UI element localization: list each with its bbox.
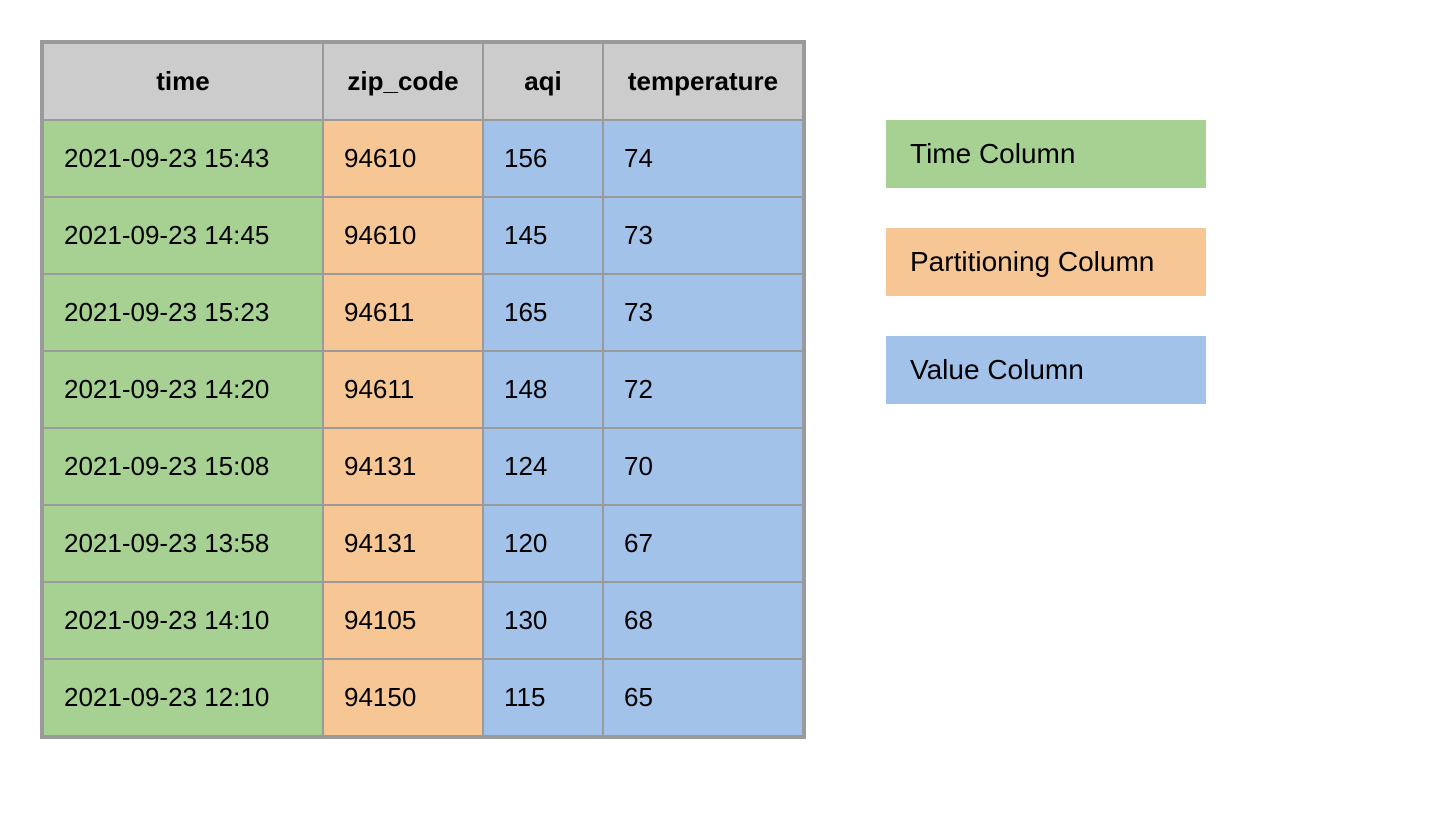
cell-time: 2021-09-23 14:20 — [43, 351, 323, 428]
cell-zip-code: 94611 — [323, 351, 483, 428]
cell-time: 2021-09-23 14:45 — [43, 197, 323, 274]
cell-time: 2021-09-23 13:58 — [43, 505, 323, 582]
cell-time: 2021-09-23 14:10 — [43, 582, 323, 659]
cell-aqi: 115 — [483, 659, 603, 736]
cell-aqi: 120 — [483, 505, 603, 582]
cell-temperature: 73 — [603, 274, 803, 351]
table-header-row: time zip_code aqi temperature — [43, 43, 803, 120]
cell-aqi: 145 — [483, 197, 603, 274]
cell-time: 2021-09-23 12:10 — [43, 659, 323, 736]
cell-zip-code: 94131 — [323, 428, 483, 505]
cell-aqi: 124 — [483, 428, 603, 505]
cell-zip-code: 94131 — [323, 505, 483, 582]
table-row: 2021-09-23 14:45 94610 145 73 — [43, 197, 803, 274]
legend-partitioning-column: Partitioning Column — [886, 228, 1206, 296]
cell-zip-code: 94611 — [323, 274, 483, 351]
table-row: 2021-09-23 15:08 94131 124 70 — [43, 428, 803, 505]
header-time: time — [43, 43, 323, 120]
cell-temperature: 68 — [603, 582, 803, 659]
cell-temperature: 70 — [603, 428, 803, 505]
data-table: time zip_code aqi temperature 2021-09-23… — [40, 40, 806, 739]
table-row: 2021-09-23 15:23 94611 165 73 — [43, 274, 803, 351]
table-row: 2021-09-23 14:20 94611 148 72 — [43, 351, 803, 428]
cell-zip-code: 94105 — [323, 582, 483, 659]
cell-temperature: 73 — [603, 197, 803, 274]
header-zip-code: zip_code — [323, 43, 483, 120]
cell-time: 2021-09-23 15:43 — [43, 120, 323, 197]
cell-time: 2021-09-23 15:08 — [43, 428, 323, 505]
table-row: 2021-09-23 12:10 94150 115 65 — [43, 659, 803, 736]
header-aqi: aqi — [483, 43, 603, 120]
cell-aqi: 156 — [483, 120, 603, 197]
cell-temperature: 67 — [603, 505, 803, 582]
cell-aqi: 148 — [483, 351, 603, 428]
table-row: 2021-09-23 14:10 94105 130 68 — [43, 582, 803, 659]
cell-temperature: 65 — [603, 659, 803, 736]
table: time zip_code aqi temperature 2021-09-23… — [42, 42, 804, 737]
table-row: 2021-09-23 15:43 94610 156 74 — [43, 120, 803, 197]
cell-time: 2021-09-23 15:23 — [43, 274, 323, 351]
legend-value-column: Value Column — [886, 336, 1206, 404]
table-row: 2021-09-23 13:58 94131 120 67 — [43, 505, 803, 582]
legend: Time Column Partitioning Column Value Co… — [886, 40, 1206, 404]
cell-temperature: 72 — [603, 351, 803, 428]
cell-temperature: 74 — [603, 120, 803, 197]
cell-zip-code: 94610 — [323, 120, 483, 197]
cell-aqi: 130 — [483, 582, 603, 659]
cell-zip-code: 94610 — [323, 197, 483, 274]
cell-aqi: 165 — [483, 274, 603, 351]
legend-time-column: Time Column — [886, 120, 1206, 188]
header-temperature: temperature — [603, 43, 803, 120]
cell-zip-code: 94150 — [323, 659, 483, 736]
